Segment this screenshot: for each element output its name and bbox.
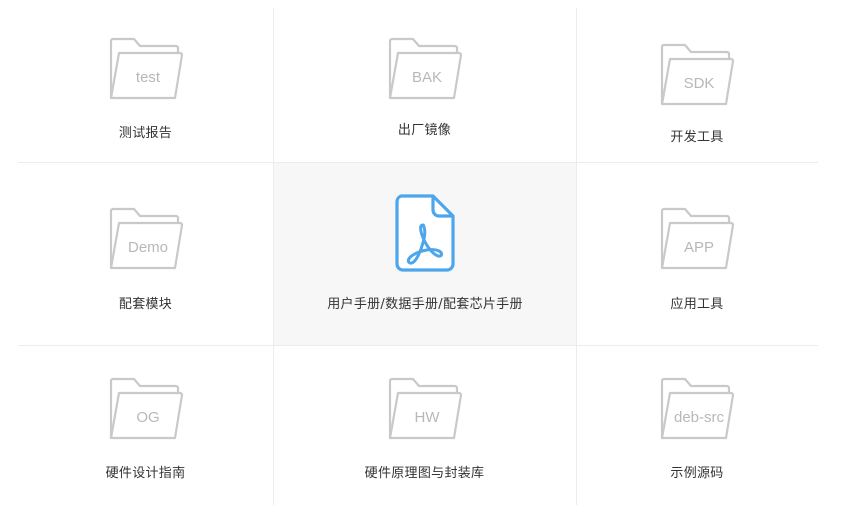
folder-icon-text: BAK <box>411 69 441 86</box>
tile-label: 用户手册/数据手册/配套芯片手册 <box>327 297 523 312</box>
folder-icon: OG <box>109 377 183 440</box>
tile-support-modules[interactable]: Demo 配套模块 <box>18 163 273 345</box>
folder-icon-text: deb-src <box>674 409 725 426</box>
tile-test-report[interactable]: test 测试报告 <box>18 8 273 162</box>
folder-icon: test <box>109 37 183 100</box>
tile-dev-tools[interactable]: SDK 开发工具 <box>576 8 818 162</box>
folder-icon: APP <box>660 207 735 270</box>
folder-icon: HW <box>388 377 462 440</box>
tile-label: 示例源码 <box>670 466 724 481</box>
tile-label: 硬件原理图与封装库 <box>364 466 485 481</box>
folder-icon: Demo <box>109 207 183 270</box>
folder-icon: BAK <box>388 37 462 100</box>
tile-hw-design-guide[interactable]: OG 硬件设计指南 <box>18 346 273 506</box>
tile-app-tools[interactable]: APP 应用工具 <box>576 163 818 345</box>
folder-icon: SDK <box>660 43 735 106</box>
folder-icon-text: OG <box>136 409 159 426</box>
folder-icon: deb-src <box>660 377 735 440</box>
tile-label: 硬件设计指南 <box>105 466 186 481</box>
folder-icon-text: HW <box>414 409 440 426</box>
tile-sample-source[interactable]: deb-src 示例源码 <box>576 346 818 506</box>
folder-icon-text: Demo <box>127 239 167 256</box>
tile-label: 测试报告 <box>118 126 173 141</box>
tile-hw-schematics[interactable]: HW 硬件原理图与封装库 <box>273 346 576 506</box>
folder-icon-text: test <box>135 69 160 86</box>
tile-manuals[interactable]: 用户手册/数据手册/配套芯片手册 <box>274 163 576 345</box>
folder-icon-text: SDK <box>684 75 715 92</box>
tile-label: 应用工具 <box>670 297 724 312</box>
folder-icon-text: APP <box>684 239 714 256</box>
tile-label: 开发工具 <box>670 130 724 145</box>
tile-label: 配套模块 <box>118 297 173 312</box>
pdf-file-icon <box>395 194 455 272</box>
tile-factory-image[interactable]: BAK 出厂镜像 <box>273 8 576 162</box>
download-category-grid: test 测试报告 BAK 出厂镜像 SDK 开发工具 Demo 配套模块 用户… <box>0 0 849 523</box>
tile-label: 出厂镜像 <box>397 123 452 138</box>
